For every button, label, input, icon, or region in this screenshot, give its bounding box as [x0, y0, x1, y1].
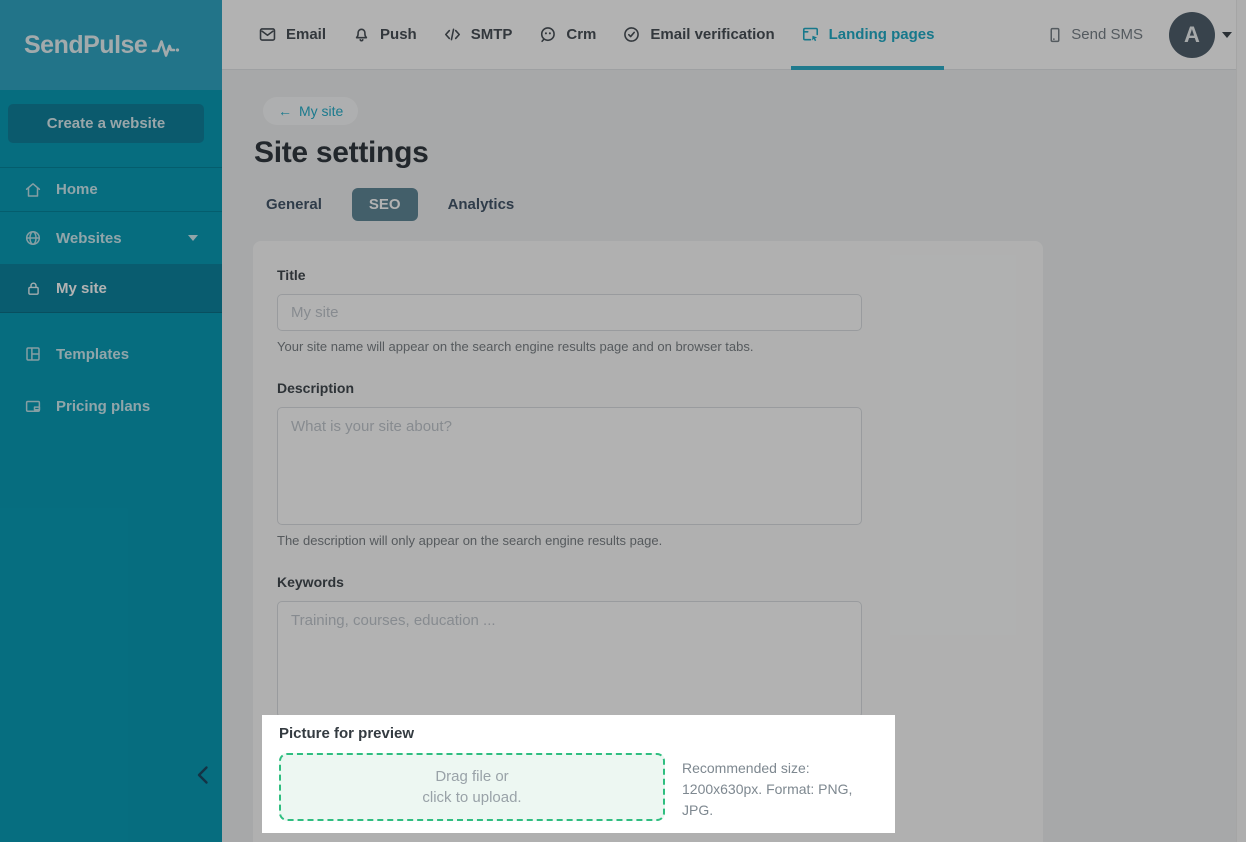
dropzone-text-line2: click to upload. — [422, 787, 521, 808]
app-root: SendPulse Create a website Home — [0, 0, 1246, 842]
picture-field-row: Drag file or click to upload. Recommende… — [279, 753, 895, 821]
dropzone-text-line1: Drag file or — [435, 766, 508, 787]
picture-field-label: Picture for preview — [279, 725, 895, 743]
picture-recommended-size-text: Recommended size: 1200x630px. Format: PN… — [682, 753, 867, 821]
picture-for-preview-spotlight: Picture for preview Drag file or click t… — [262, 715, 895, 833]
picture-upload-dropzone[interactable]: Drag file or click to upload. — [279, 753, 665, 821]
